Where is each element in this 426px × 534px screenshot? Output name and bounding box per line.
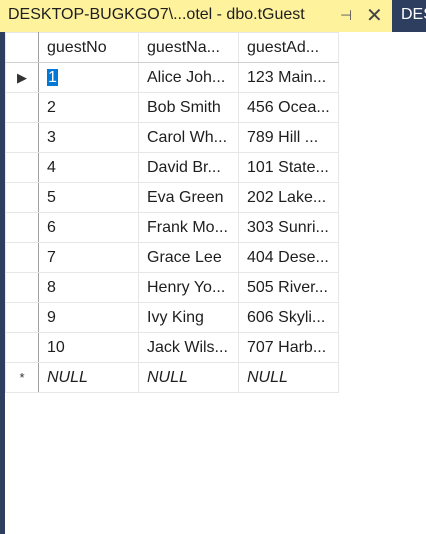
tab-next[interactable]: DES	[401, 6, 426, 24]
cell[interactable]: 505 River...	[238, 272, 339, 303]
table-row[interactable]: 7 Grace Lee 404 Dese...	[5, 242, 339, 273]
cell[interactable]: Henry Yo...	[138, 272, 239, 303]
cell[interactable]: 707 Harb...	[238, 332, 339, 363]
pin-icon[interactable]: ⊣	[340, 7, 352, 24]
header-row: guestNo guestNa... guestAd...	[5, 32, 339, 63]
column-header-guestname[interactable]: guestNa...	[138, 32, 239, 63]
document-tab-bar: DESKTOP-BUGKGO7\...otel - dbo.tGuest ⊣ ✕…	[0, 0, 426, 32]
corner-header[interactable]	[5, 32, 39, 63]
cell[interactable]: 10	[38, 332, 139, 363]
cell[interactable]: Frank Mo...	[138, 212, 239, 243]
table-row[interactable]: 8 Henry Yo... 505 River...	[5, 272, 339, 303]
table-row[interactable]: 3 Carol Wh... 789 Hill ...	[5, 122, 339, 153]
cell[interactable]: 9	[38, 302, 139, 333]
table-row[interactable]: 5 Eva Green 202 Lake...	[5, 182, 339, 213]
row-header[interactable]	[5, 332, 39, 363]
close-icon[interactable]: ✕	[366, 3, 383, 28]
null-cell[interactable]: NULL	[138, 362, 239, 393]
cell[interactable]: 404 Dese...	[238, 242, 339, 273]
cell[interactable]: 2	[38, 92, 139, 123]
table-row[interactable]: 9 Ivy King 606 Skyli...	[5, 302, 339, 333]
cell[interactable]: 606 Skyli...	[238, 302, 339, 333]
cell[interactable]: Bob Smith	[138, 92, 239, 123]
row-header[interactable]	[5, 182, 39, 213]
column-header-guestaddress[interactable]: guestAd...	[238, 32, 339, 63]
cell[interactable]: 7	[38, 242, 139, 273]
row-header[interactable]: ▶	[5, 62, 39, 93]
row-header[interactable]	[5, 92, 39, 123]
cell[interactable]: David Br...	[138, 152, 239, 183]
cell[interactable]: 8	[38, 272, 139, 303]
cell[interactable]: Grace Lee	[138, 242, 239, 273]
cell[interactable]: 6	[38, 212, 139, 243]
cell[interactable]: 5	[38, 182, 139, 213]
results-grid: guestNo guestNa... guestAd... ▶ 1 Alice Jo…	[5, 32, 339, 393]
cell[interactable]: 101 State...	[238, 152, 339, 183]
row-header[interactable]	[5, 242, 39, 273]
cell[interactable]: Eva Green	[138, 182, 239, 213]
cell[interactable]: Jack Wils...	[138, 332, 239, 363]
cell[interactable]: 3	[38, 122, 139, 153]
null-cell[interactable]: NULL	[238, 362, 339, 393]
cell[interactable]: 4	[38, 152, 139, 183]
cell[interactable]: 1	[38, 62, 139, 93]
table-row[interactable]: 2 Bob Smith 456 Ocea...	[5, 92, 339, 123]
null-cell[interactable]: NULL	[38, 362, 139, 393]
row-header[interactable]	[5, 212, 39, 243]
new-row-marker[interactable]: *	[5, 362, 39, 393]
table-row[interactable]: ▶ 1 Alice Joh... 123 Main...	[5, 62, 339, 93]
cell[interactable]: 202 Lake...	[238, 182, 339, 213]
row-header[interactable]	[5, 302, 39, 333]
cell[interactable]: 303 Sunri...	[238, 212, 339, 243]
table-row[interactable]: 4 David Br... 101 State...	[5, 152, 339, 183]
row-header[interactable]	[5, 152, 39, 183]
cell[interactable]: Ivy King	[138, 302, 239, 333]
cell[interactable]: Carol Wh...	[138, 122, 239, 153]
tab-title: DESKTOP-BUGKGO7\...otel - dbo.tGuest	[8, 6, 305, 23]
table-row[interactable]: 10 Jack Wils... 707 Harb...	[5, 332, 339, 363]
cell[interactable]: 789 Hill ...	[238, 122, 339, 153]
table-row[interactable]: 6 Frank Mo... 303 Sunri...	[5, 212, 339, 243]
new-row[interactable]: * NULL NULL NULL	[5, 362, 339, 393]
row-header[interactable]	[5, 122, 39, 153]
row-header[interactable]	[5, 272, 39, 303]
cell[interactable]: 123 Main...	[238, 62, 339, 93]
cell[interactable]: 456 Ocea...	[238, 92, 339, 123]
selected-cell-value: 1	[47, 68, 58, 86]
column-header-guestno[interactable]: guestNo	[38, 32, 139, 63]
tab-dbo-tguest[interactable]: DESKTOP-BUGKGO7\...otel - dbo.tGuest ⊣ ✕	[0, 0, 392, 32]
cell[interactable]: Alice Joh...	[138, 62, 239, 93]
